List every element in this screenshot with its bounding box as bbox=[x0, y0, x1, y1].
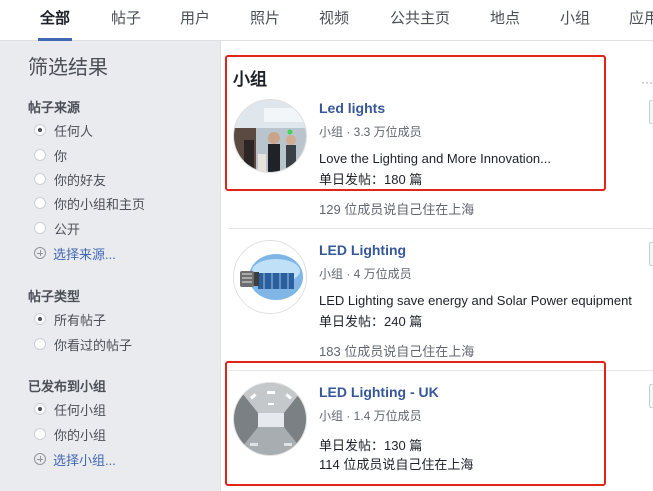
filter-title: 筛选结果 bbox=[28, 57, 108, 79]
tab-pages[interactable]: 公共主页 bbox=[390, 0, 450, 41]
post-type-title: 帖子类型 bbox=[28, 289, 81, 304]
radio-icon bbox=[34, 149, 46, 161]
post-source-title: 帖子来源 bbox=[28, 100, 81, 115]
post-source-anyone[interactable]: 任何人 bbox=[34, 121, 93, 139]
plus-circle-icon bbox=[34, 247, 46, 259]
divider bbox=[229, 228, 653, 229]
tab-posts[interactable]: 帖子 bbox=[111, 0, 141, 41]
join-group-button[interactable] bbox=[649, 242, 653, 266]
group-description: LED Lighting save energy and Solar Power… bbox=[319, 293, 632, 308]
post-source-friends[interactable]: 你的好友 bbox=[34, 170, 106, 188]
post-type-seen[interactable]: 你看过的帖子 bbox=[34, 335, 132, 353]
join-group-button[interactable] bbox=[649, 100, 653, 124]
radio-icon bbox=[34, 338, 46, 350]
radio-icon bbox=[34, 173, 46, 185]
posted-in-any-group[interactable]: 任何小组 bbox=[34, 400, 106, 418]
group-name-link[interactable]: LED Lighting bbox=[319, 242, 406, 258]
posted-in-your-groups[interactable]: 你的小组 bbox=[34, 425, 106, 443]
choose-group-link[interactable]: 选择小组... bbox=[34, 450, 116, 468]
tab-people[interactable]: 用户 bbox=[180, 0, 210, 41]
group-name-link[interactable]: Led lights bbox=[319, 100, 385, 116]
tab-places[interactable]: 地点 bbox=[490, 0, 520, 41]
group-meta: 小组 · 1.4 万位成员 bbox=[319, 409, 422, 423]
group-meta: 小组 · 4 万位成员 bbox=[319, 267, 412, 281]
group-cover-image[interactable] bbox=[233, 240, 307, 314]
search-tabs: 全部 帖子 用户 照片 视频 公共主页 地点 小组 应用 bbox=[0, 0, 653, 41]
group-cover-image[interactable] bbox=[233, 382, 307, 456]
divider bbox=[229, 370, 653, 371]
group-meta: 小组 · 3.3 万位成员 bbox=[319, 125, 422, 139]
post-source-public[interactable]: 公开 bbox=[34, 219, 80, 237]
tab-photos[interactable]: 照片 bbox=[250, 0, 280, 41]
radio-icon bbox=[34, 222, 46, 234]
tab-all[interactable]: 全部 bbox=[37, 0, 73, 41]
choose-source-link[interactable]: 选择来源... bbox=[34, 244, 116, 262]
filter-sidebar: 筛选结果 帖子来源 任何人 你 你的好友 你的小组和主页 公开 选择来源... … bbox=[0, 41, 218, 491]
tab-groups[interactable]: 小组 bbox=[560, 0, 590, 41]
group-daily-posts: 单日发帖：180 篇 bbox=[319, 172, 423, 187]
group-daily-posts: 单日发帖：240 篇 bbox=[319, 314, 423, 329]
post-source-groups-pages[interactable]: 你的小组和主页 bbox=[34, 194, 145, 212]
plus-circle-icon bbox=[34, 453, 46, 465]
group-local-members: 114 位成员说自己住在上海 bbox=[319, 457, 474, 472]
group-local-members: 183 位成员说自己住在上海 bbox=[319, 344, 475, 359]
posted-in-group-title: 已发布到小组 bbox=[28, 379, 107, 394]
radio-icon bbox=[34, 197, 46, 209]
tab-apps[interactable]: 应用 bbox=[629, 0, 653, 41]
more-options-icon[interactable]: ··· bbox=[641, 75, 653, 89]
post-source-you[interactable]: 你 bbox=[34, 146, 67, 164]
radio-checked-icon bbox=[34, 124, 46, 136]
post-type-all[interactable]: 所有帖子 bbox=[34, 310, 106, 328]
group-description: Love the Lighting and More Innovation... bbox=[319, 151, 551, 166]
radio-checked-icon bbox=[34, 403, 46, 415]
search-results: 小组 ··· Led lights 小组 · 3.3 万位成员 Love the… bbox=[220, 41, 653, 491]
radio-checked-icon bbox=[34, 313, 46, 325]
join-group-button[interactable] bbox=[649, 384, 653, 408]
group-daily-posts: 单日发帖：130 篇 bbox=[319, 438, 423, 453]
group-local-members: 129 位成员说自己住在上海 bbox=[319, 202, 475, 217]
radio-icon bbox=[34, 428, 46, 440]
group-name-link[interactable]: LED Lighting - UK bbox=[319, 384, 439, 400]
tab-videos[interactable]: 视频 bbox=[319, 0, 349, 41]
groups-section-title: 小组 bbox=[233, 70, 267, 89]
group-cover-image[interactable] bbox=[233, 99, 307, 173]
